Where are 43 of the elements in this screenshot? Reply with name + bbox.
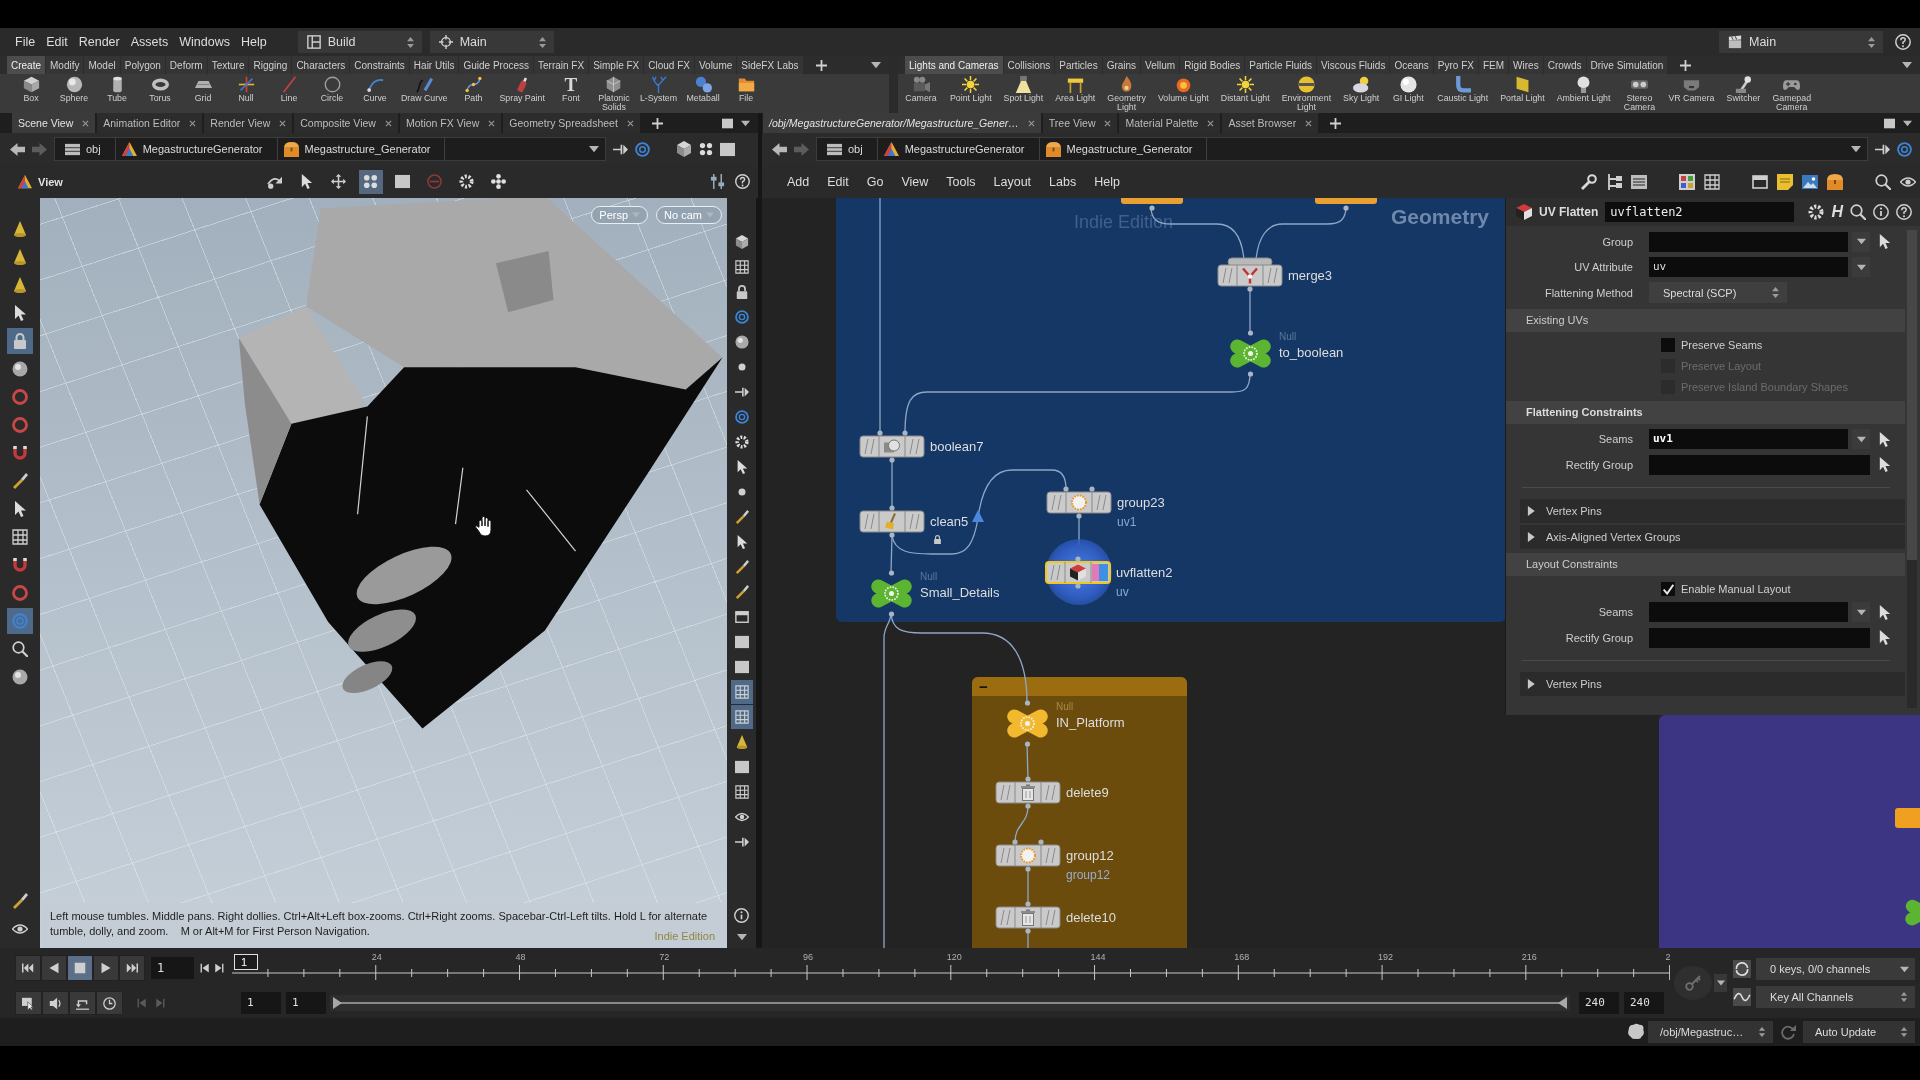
node-name: delete10 <box>1066 909 1116 926</box>
section-header: Existing UVs <box>1506 308 1905 332</box>
node-name: group12 <box>1066 847 1114 864</box>
box-label: Geometry <box>1390 205 1489 229</box>
frame-tick-label: 120 <box>946 952 962 962</box>
node-comment: uv <box>1116 584 1129 599</box>
font-glyph: T <box>564 76 578 93</box>
frame-tick-label: 24 <box>371 952 382 962</box>
section-header: Flattening Constraints <box>1506 400 1905 424</box>
node-name: IN_Platform <box>1056 715 1125 731</box>
parameter-label: Seams <box>1597 606 1634 619</box>
frame-tick-label: 216 <box>1521 952 1537 962</box>
node-type-label: Null <box>1279 331 1297 343</box>
node-name: clean5 <box>930 513 969 530</box>
node-name: merge3 <box>1288 267 1333 284</box>
frame-tick-label: 144 <box>1090 952 1106 962</box>
frame-tick-label: 96 <box>803 952 814 962</box>
parameter-label: Rectify Group <box>1564 631 1634 644</box>
node-name: Small_Details <box>920 585 1000 601</box>
node-comment: uv1 <box>1117 514 1137 529</box>
frame-tick-label: 72 <box>659 952 670 962</box>
section-header: Layout Constraints <box>1506 552 1905 576</box>
frame-tick-label: 168 <box>1234 952 1250 962</box>
parameter-label: UV Attribute <box>1573 261 1634 274</box>
node-name: uvflatten2 <box>1116 564 1173 581</box>
frame-tick-label: 48 <box>515 952 526 962</box>
frame-tick-label: 2 <box>1665 952 1671 962</box>
parameter-label: Rectify Group <box>1564 458 1634 471</box>
node-type-label: UV Flatten <box>1539 205 1599 219</box>
frame-tick-label: 192 <box>1378 952 1394 962</box>
node-name: delete9 <box>1066 784 1109 801</box>
edition-label: Indie Edition <box>654 930 715 942</box>
node-type-label: Null <box>1056 701 1074 713</box>
node-name: boolean7 <box>930 438 984 455</box>
node-type-label: Null <box>920 571 938 583</box>
node-name: group23 <box>1117 494 1165 511</box>
node-name: to_boolean <box>1279 345 1344 361</box>
node-comment: group12 <box>1066 867 1111 882</box>
parameter-label: Seams <box>1597 433 1634 446</box>
checkbox-label: Enable Manual Layout <box>1681 583 1791 595</box>
parameter-label: Flattening Method <box>1543 286 1634 299</box>
parameter-label: Group <box>1601 235 1634 248</box>
checkbox-label: Preserve Seams <box>1681 339 1763 351</box>
